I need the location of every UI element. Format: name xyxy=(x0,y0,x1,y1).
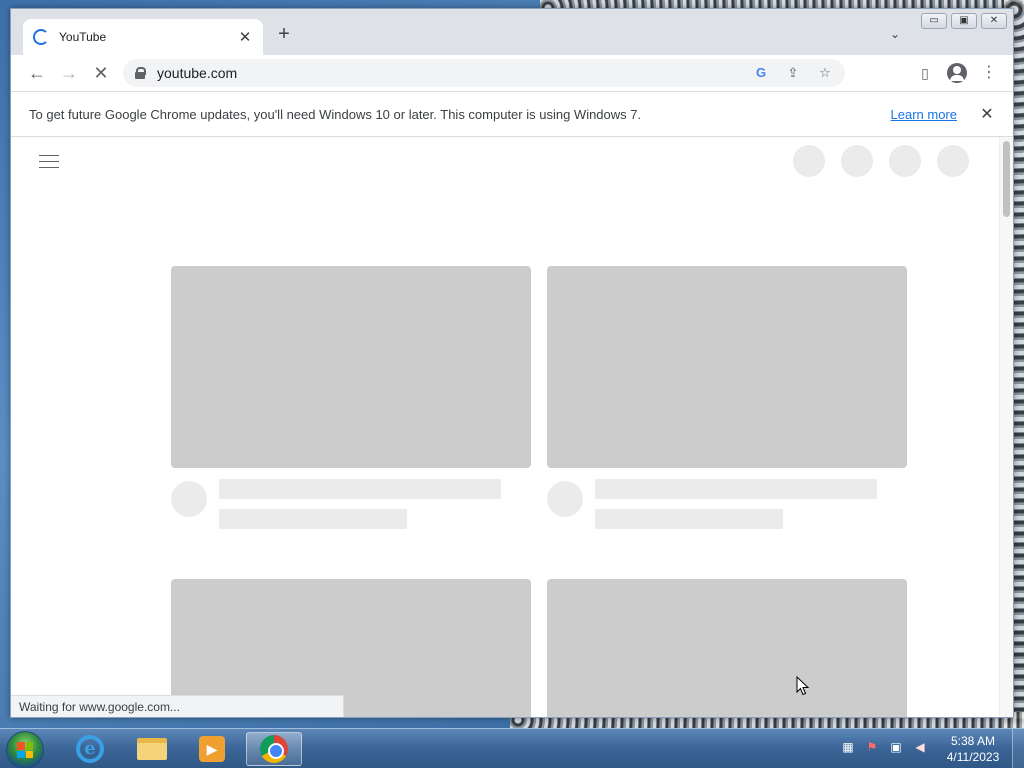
header-placeholder xyxy=(841,145,873,177)
address-bar[interactable]: youtube.com G ⇪ ☆ xyxy=(123,59,845,87)
title-bar: YouTube ✕ + ⌄ ▭ ▣ ✕ xyxy=(11,9,1013,55)
share-icon[interactable]: ⇪ xyxy=(785,65,801,81)
chrome-icon xyxy=(260,735,288,763)
header-placeholder xyxy=(889,145,921,177)
channel-avatar-placeholder xyxy=(547,481,583,517)
windows-logo-icon xyxy=(17,742,33,758)
channel-avatar-placeholder xyxy=(171,481,207,517)
windows-taskbar: e ▶ ▦ ⚑ ▣ ◀ 5:38 AM 4/11/2023 xyxy=(0,728,1024,768)
internet-explorer-icon: e xyxy=(76,735,104,763)
header-placeholder xyxy=(793,145,825,177)
loading-spinner-icon xyxy=(33,29,49,45)
stop-loading-button[interactable]: ✕ xyxy=(91,63,111,83)
taskbar-internet-explorer[interactable]: e xyxy=(62,732,118,766)
infobar-close-icon[interactable]: ✕ xyxy=(979,104,995,124)
back-button[interactable]: ← xyxy=(27,63,47,83)
window-controls: ▭ ▣ ✕ xyxy=(921,13,1007,29)
update-infobar: To get future Google Chrome updates, you… xyxy=(11,91,1013,137)
profile-avatar-icon[interactable] xyxy=(947,63,967,83)
google-lens-icon[interactable]: G xyxy=(753,65,769,81)
start-button[interactable] xyxy=(6,731,44,768)
page-scrollbar[interactable] xyxy=(999,137,1013,717)
lock-icon[interactable] xyxy=(135,67,146,79)
side-panel-icon[interactable]: ▯ xyxy=(915,63,935,83)
learn-more-link[interactable]: Learn more xyxy=(891,107,957,122)
taskbar-media-player[interactable]: ▶ xyxy=(184,732,240,766)
hamburger-menu-icon[interactable] xyxy=(39,155,59,169)
tab-search-button[interactable]: ⌄ xyxy=(887,27,903,43)
bookmark-star-icon[interactable]: ☆ xyxy=(817,65,833,81)
system-tray: ▦ ⚑ ▣ ◀ xyxy=(840,739,928,755)
status-bar: Waiting for www.google.com... xyxy=(11,695,344,717)
mouse-cursor-icon xyxy=(796,676,810,696)
network-icon[interactable]: ▦ xyxy=(840,739,856,755)
close-window-button[interactable]: ✕ xyxy=(981,13,1007,29)
forward-button[interactable]: → xyxy=(59,63,79,83)
tab-title: YouTube xyxy=(59,30,107,44)
title-placeholder xyxy=(219,479,501,499)
clock-time: 5:38 AM xyxy=(950,734,996,748)
header-placeholder xyxy=(937,145,969,177)
tab-close-icon[interactable]: ✕ xyxy=(237,28,253,46)
chrome-window: YouTube ✕ + ⌄ ▭ ▣ ✕ ← → ✕ youtube.com G … xyxy=(10,8,1014,718)
video-thumbnail-placeholder xyxy=(547,266,907,468)
meta-placeholder xyxy=(219,509,407,529)
meta-placeholder xyxy=(595,509,783,529)
taskbar-google-chrome[interactable] xyxy=(246,732,302,766)
page-content: Waiting for www.google.com... xyxy=(11,137,999,717)
video-thumbnail-placeholder xyxy=(171,266,531,468)
scrollbar-thumb[interactable] xyxy=(1003,141,1010,217)
action-center-icon[interactable]: ⚑ xyxy=(864,739,880,755)
volume-muted-icon[interactable]: ◀ xyxy=(912,739,928,755)
url-text[interactable]: youtube.com xyxy=(157,65,737,81)
taskbar-windows-explorer[interactable] xyxy=(124,732,180,766)
minimize-button[interactable]: ▭ xyxy=(921,13,947,29)
display-icon[interactable]: ▣ xyxy=(888,739,904,755)
infobar-message: To get future Google Chrome updates, you… xyxy=(29,106,642,122)
media-player-icon: ▶ xyxy=(199,736,225,762)
tab-youtube[interactable]: YouTube ✕ xyxy=(23,19,263,55)
browser-toolbar: ← → ✕ youtube.com G ⇪ ☆ ▯ ⋮ xyxy=(11,55,1013,91)
new-tab-button[interactable]: + xyxy=(273,24,295,46)
video-thumbnail-placeholder xyxy=(547,579,907,717)
folder-icon xyxy=(137,738,167,760)
clock-date: 4/11/2023 xyxy=(946,750,1000,764)
more-menu-icon[interactable]: ⋮ xyxy=(979,63,999,83)
taskbar-clock[interactable]: 5:38 AM 4/11/2023 xyxy=(940,733,1006,765)
show-desktop-button[interactable] xyxy=(1012,729,1024,768)
title-placeholder xyxy=(595,479,877,499)
maximize-button[interactable]: ▣ xyxy=(951,13,977,29)
